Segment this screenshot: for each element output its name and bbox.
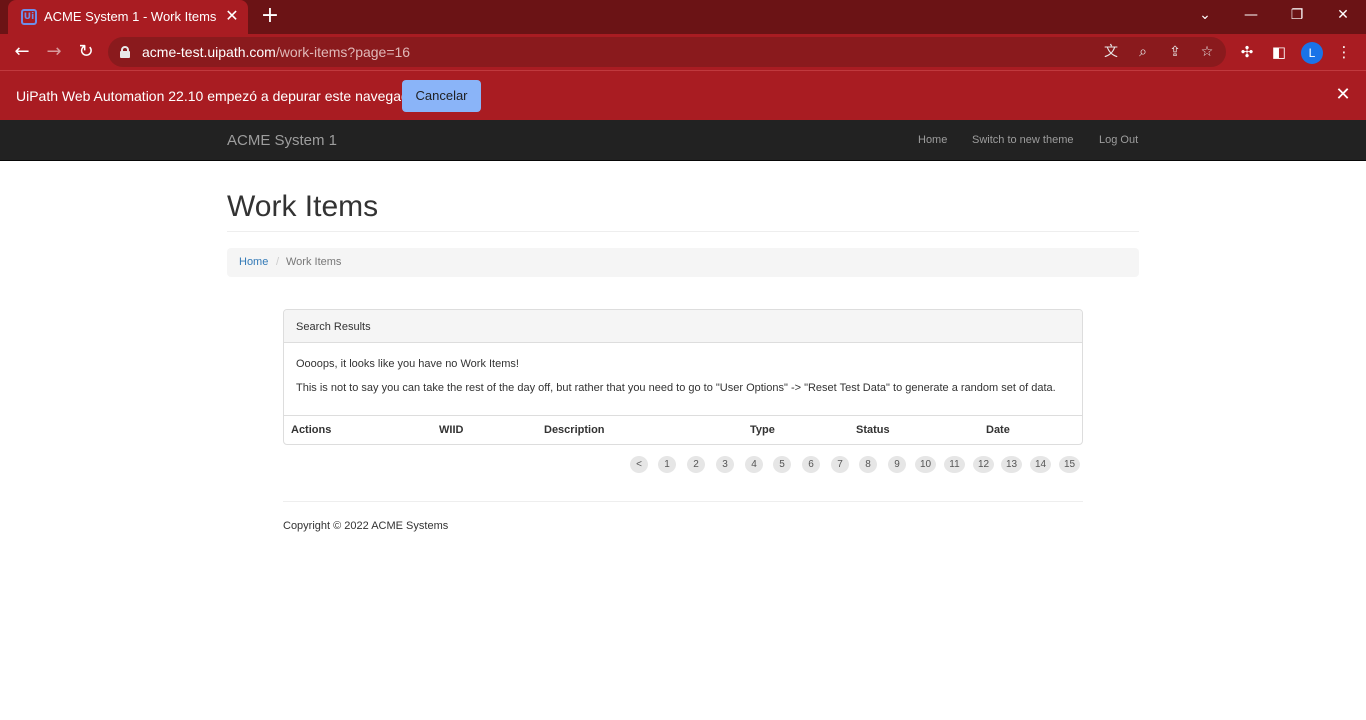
sidepanel-icon[interactable]: ◧	[1269, 42, 1289, 62]
share-icon[interactable]: ⇪	[1166, 43, 1184, 61]
page-button[interactable]: 12	[973, 456, 994, 473]
page-button[interactable]: 8	[859, 456, 877, 473]
extensions-icon[interactable]: ✣	[1237, 42, 1257, 62]
page-title: Work Items	[227, 190, 379, 223]
page-button[interactable]: 5	[773, 456, 791, 473]
page-prev-button[interactable]: <	[630, 456, 648, 473]
restore-icon[interactable]: ❐	[1274, 0, 1320, 32]
tab-search-chevron-icon[interactable]: ⌄	[1182, 0, 1228, 32]
page-button[interactable]: 14	[1030, 456, 1051, 473]
column-header-description: Description	[544, 424, 605, 436]
site-navbar: ACME System 1 Home Switch to new theme L…	[0, 120, 1366, 161]
title-divider	[227, 231, 1139, 232]
forward-icon[interactable]: →	[43, 41, 65, 63]
page-button[interactable]: 10	[915, 456, 936, 473]
back-icon[interactable]: ←	[11, 41, 33, 63]
minimize-icon[interactable]: —	[1228, 0, 1274, 32]
page-button[interactable]: 13	[1001, 456, 1022, 473]
browser-tab-bar: Ui ACME System 1 - Work Items ✕ + ⌄ — ❐ …	[0, 0, 1366, 34]
column-header-type: Type	[750, 424, 775, 436]
panel-heading: Search Results	[284, 310, 1082, 343]
menu-icon[interactable]: ⋮	[1334, 42, 1354, 62]
tab-close-icon[interactable]: ✕	[223, 7, 241, 25]
search-results-panel: Search Results Oooops, it looks like you…	[283, 309, 1083, 445]
table-divider	[284, 415, 1082, 416]
page-button[interactable]: 2	[687, 456, 705, 473]
infobar-close-icon[interactable]: ✕	[1333, 85, 1353, 105]
new-tab-button[interactable]: +	[259, 5, 281, 27]
browser-tab[interactable]: Ui ACME System 1 - Work Items ✕	[8, 0, 248, 34]
translate-icon[interactable]: 文	[1102, 43, 1120, 61]
page-button[interactable]: 7	[831, 456, 849, 473]
nav-home-link[interactable]: Home	[918, 134, 947, 146]
page-button[interactable]: 15	[1059, 456, 1080, 473]
zoom-icon[interactable]: ⌕	[1134, 43, 1152, 61]
column-header-date: Date	[986, 424, 1010, 436]
page-button[interactable]: 9	[888, 456, 906, 473]
breadcrumb: Home / Work Items	[227, 248, 1139, 277]
reload-icon[interactable]: ↻	[75, 41, 97, 63]
nav-logout-link[interactable]: Log Out	[1099, 134, 1138, 146]
tab-title: ACME System 1 - Work Items	[44, 9, 217, 24]
empty-hint: This is not to say you can take the rest…	[296, 382, 1056, 394]
page-button[interactable]: 11	[944, 456, 965, 473]
profile-avatar[interactable]: L	[1301, 42, 1323, 64]
empty-message: Oooops, it looks like you have no Work I…	[296, 358, 519, 370]
panel-title: Search Results	[296, 321, 371, 333]
star-icon[interactable]: ☆	[1198, 43, 1216, 61]
breadcrumb-separator: /	[276, 256, 280, 268]
window-close-icon[interactable]: ✕	[1320, 0, 1366, 32]
column-header-wiid: WIID	[439, 424, 464, 436]
brand-link[interactable]: ACME System 1	[227, 132, 337, 149]
nav-switch-theme-link[interactable]: Switch to new theme	[972, 134, 1074, 146]
copyright-text: Copyright © 2022 ACME Systems	[283, 520, 449, 532]
page-button[interactable]: 3	[716, 456, 734, 473]
infobar-message: UiPath Web Automation 22.10 empezó a dep…	[16, 88, 422, 104]
cancel-button[interactable]: Cancelar	[402, 80, 481, 112]
column-header-actions: Actions	[291, 424, 332, 436]
uipath-favicon-icon: Ui	[21, 9, 37, 25]
page-button[interactable]: 6	[802, 456, 820, 473]
column-header-status: Status	[856, 424, 890, 436]
breadcrumb-home-link[interactable]: Home	[239, 256, 268, 268]
page-button[interactable]: 1	[658, 456, 676, 473]
debug-infobar: UiPath Web Automation 22.10 empezó a dep…	[0, 70, 1366, 120]
address-bar[interactable]: acme-test.uipath.com/work-items?page=16 …	[108, 37, 1226, 67]
browser-toolbar: ← → ↻ acme-test.uipath.com/work-items?pa…	[0, 34, 1366, 70]
page-button[interactable]: 4	[745, 456, 763, 473]
breadcrumb-current: Work Items	[286, 256, 342, 268]
url-text[interactable]: acme-test.uipath.com/work-items?page=16	[142, 44, 410, 60]
lock-icon[interactable]	[120, 46, 130, 58]
footer-divider	[283, 501, 1083, 502]
